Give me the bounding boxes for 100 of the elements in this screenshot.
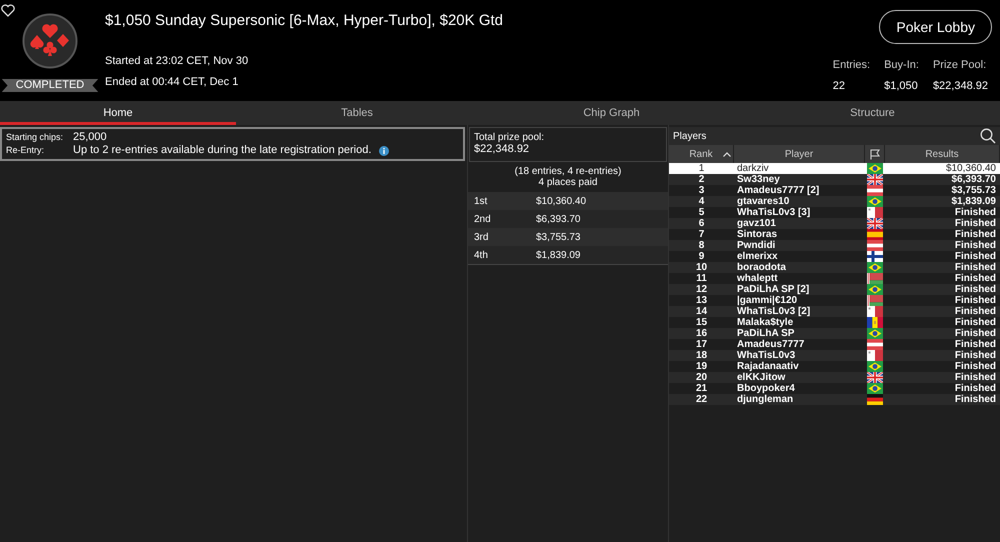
player-name: whaleptt <box>737 273 778 284</box>
rank-text: 2 <box>698 174 704 185</box>
stat-value: 22 <box>832 80 846 93</box>
player-name: Rajadanaativ <box>737 361 799 372</box>
rank-text: 22 <box>696 394 708 405</box>
player-row[interactable]: 20 elKKJitow Finished <box>669 372 1000 383</box>
result-text: $10,360.40 <box>946 163 996 174</box>
player-name: WhaTisL0v3 [2] <box>737 306 810 317</box>
player-name: PaDiLhA SP <box>737 328 794 339</box>
rank-text: 20 <box>696 372 708 383</box>
payout-place: 3rd <box>474 230 490 244</box>
entries-summary: (18 entries, 4 re-entries) <box>514 166 622 177</box>
result-text: Finished <box>954 339 996 350</box>
player-name: djungleman <box>737 394 794 405</box>
column-header[interactable]: Player <box>784 146 814 162</box>
player-name: Amadeus7777 <box>737 339 804 350</box>
tab[interactable]: Tables <box>236 101 478 125</box>
country-flag-icon <box>867 361 883 372</box>
rank-text: 6 <box>698 218 704 229</box>
country-flag-icon <box>867 262 883 273</box>
result-text: Finished <box>954 328 996 339</box>
column-header[interactable]: Rank <box>689 146 713 162</box>
player-row[interactable]: 8 Pwndidi Finished <box>669 240 1000 251</box>
player-name: darkziv <box>737 163 769 174</box>
result-text: $3,755.73 <box>952 185 996 196</box>
country-flag-icon <box>867 218 883 229</box>
rank-text: 10 <box>696 262 708 273</box>
stat-label: Buy-In: <box>884 59 919 72</box>
rank-text: 11 <box>696 273 707 284</box>
player-row[interactable]: 18 WhaTisL0v3 Finished <box>669 350 1000 361</box>
rank-text: 5 <box>698 207 704 218</box>
prize-pool-amount: $22,348.92 <box>474 143 530 156</box>
player-name: Bboypoker4 <box>737 383 795 394</box>
country-flag-icon <box>867 295 883 306</box>
result-text: Finished <box>954 361 996 372</box>
result-text: Finished <box>954 207 996 218</box>
poker-lobby-button[interactable]: Poker Lobby <box>879 10 992 44</box>
result-text: Finished <box>954 317 996 328</box>
stat-label: Prize Pool: <box>932 59 988 72</box>
status-badge: COMPLETED <box>2 79 98 92</box>
stat-value: $1,050 <box>884 80 919 93</box>
result-text: Finished <box>954 350 996 361</box>
start-time: Started at 23:02 CET, Nov 30 <box>105 55 250 68</box>
country-flag-icon <box>867 328 883 339</box>
info-label: Re-Entry: <box>6 144 46 157</box>
country-flag-icon <box>867 207 883 218</box>
rank-text: 12 <box>696 284 708 295</box>
column-header[interactable]: Results <box>925 146 959 162</box>
player-name: elKKJitow <box>737 372 786 383</box>
payout-amount: $10,360.40 <box>536 194 586 208</box>
result-text: Finished <box>954 273 996 284</box>
tab[interactable]: Structure <box>745 101 1000 125</box>
payout-amount: $1,839.09 <box>536 248 580 262</box>
result-text: Finished <box>954 372 996 383</box>
player-row[interactable]: 4 gtavares10 $1,839.09 <box>669 196 1000 207</box>
player-name: Malaka$tyle <box>737 317 794 328</box>
result-text: Finished <box>954 218 996 229</box>
places-paid: 4 places paid <box>538 177 598 188</box>
player-name: Sintoras <box>737 229 778 240</box>
rank-text: 8 <box>698 240 704 251</box>
player-row[interactable]: 16 PaDiLhA SP Finished <box>669 328 1000 339</box>
player-name: Sw33ney <box>737 174 780 185</box>
tab[interactable]: Chip Graph <box>478 101 745 125</box>
country-flag-icon <box>867 339 883 350</box>
rank-text: 17 <box>696 339 708 350</box>
prize-pool-label: Total prize pool: <box>474 132 546 143</box>
player-row[interactable]: 22 djungleman Finished <box>669 394 1000 405</box>
payout-amount: $3,755.73 <box>536 230 580 244</box>
player-row[interactable]: 10 boraodota Finished <box>669 262 1000 273</box>
panel-title: Players <box>673 130 706 144</box>
payout-place: 2nd <box>474 212 492 226</box>
info-icon[interactable] <box>379 146 390 156</box>
player-name: WhaTisL0v3 [3] <box>737 207 810 218</box>
rank-text: 13 <box>696 295 708 306</box>
rank-text: 14 <box>696 306 708 317</box>
player-name: gavz101 <box>737 218 776 229</box>
player-name: |gammi|€120 <box>737 295 798 306</box>
country-flag-icon <box>867 394 883 405</box>
rank-text: 1 <box>698 163 704 174</box>
country-flag-icon <box>867 196 883 207</box>
country-flag-icon <box>867 306 883 317</box>
player-row[interactable]: 6 gavz101 Finished <box>669 218 1000 229</box>
player-row[interactable]: 12 PaDiLhA SP [2] Finished <box>669 284 1000 295</box>
player-row[interactable]: 14 WhaTisL0v3 [2] Finished <box>669 306 1000 317</box>
player-row[interactable]: 1 darkziv $10,360.40 <box>669 163 1000 174</box>
result-text: $6,393.70 <box>952 174 996 185</box>
country-flag-icon <box>867 174 883 185</box>
result-text: Finished <box>954 284 996 295</box>
result-text: Finished <box>954 240 996 251</box>
rank-text: 16 <box>696 328 708 339</box>
player-name: WhaTisL0v3 <box>737 350 796 361</box>
player-name: Pwndidi <box>737 240 776 251</box>
payout-amount: $6,393.70 <box>536 212 580 226</box>
search-icon[interactable] <box>980 128 996 144</box>
player-row[interactable]: 2 Sw33ney $6,393.70 <box>669 174 1000 185</box>
rank-text: 3 <box>698 185 704 196</box>
payout-place: 4th <box>474 248 489 262</box>
heart-icon[interactable] <box>1 4 15 17</box>
result-text: Finished <box>954 295 996 306</box>
rank-text: 15 <box>696 317 708 328</box>
